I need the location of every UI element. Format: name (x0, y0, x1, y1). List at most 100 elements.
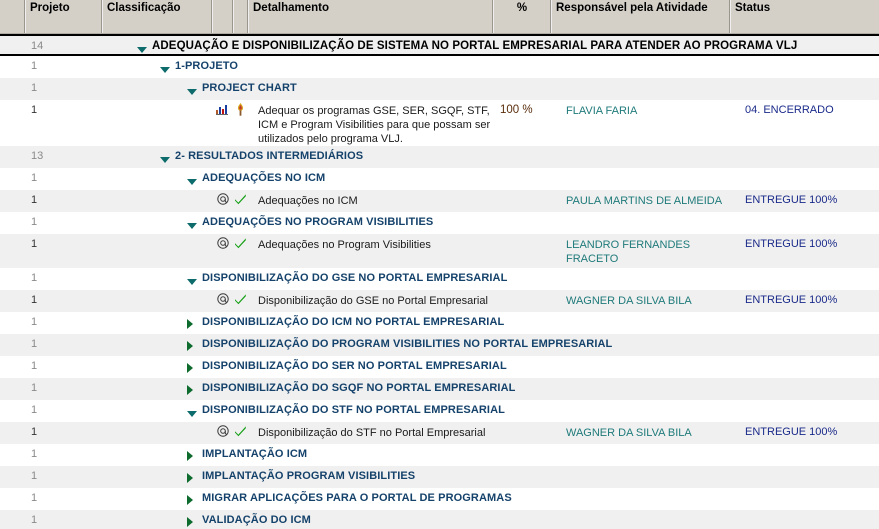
cell-status: ENTREGUE 100% (745, 194, 838, 206)
chevron-down-icon[interactable] (187, 212, 198, 229)
tree-group-row[interactable]: 1 VALIDAÇÃO DO ICM (0, 510, 879, 529)
chevron-down-icon[interactable] (187, 78, 198, 95)
tree-root-row[interactable]: 14 ADEQUAÇÃO E DISPONIBILIZAÇÃO DE SISTEM… (0, 34, 879, 56)
table-row[interactable]: 1 Disponibilização do GSE no Portal Empre… (0, 290, 879, 312)
cell-classificacao: DISPONIBILIZAÇÃO DO PROGRAM VISIBILITIES… (102, 334, 612, 351)
cell-percent (493, 466, 551, 470)
cell-responsavel (551, 146, 730, 150)
check-icon[interactable] (234, 425, 247, 440)
cell-responsavel (551, 378, 730, 382)
cell-projeto: 1 (31, 470, 38, 482)
tree-group-row[interactable]: 1 DISPONIBILIZAÇÃO DO GSE NO PORTAL EMPRE… (0, 268, 879, 290)
chevron-down-icon[interactable] (187, 400, 198, 417)
tree-group-row[interactable]: 1 ADEQUAÇÕES NO PROGRAM VISIBILITIES (0, 212, 879, 234)
cell-responsavel: WAGNER DA SILVA BILA (566, 427, 692, 439)
at-sign-icon[interactable] (216, 293, 229, 308)
tree-group-row[interactable]: 1 DISPONIBILIZAÇÃO DO SER NO PORTAL EMPRE… (0, 356, 879, 378)
cell-responsavel (551, 510, 730, 514)
chevron-down-icon[interactable] (187, 168, 198, 185)
cell-percent (493, 290, 551, 294)
chevron-right-icon[interactable] (187, 334, 198, 351)
tree-group-row[interactable]: 1 DISPONIBILIZAÇÃO DO PROGRAM VISIBILITIE… (0, 334, 879, 356)
cell-projeto: 1 (31, 404, 38, 416)
tree-group-row[interactable]: 1 PROJECT CHART (0, 78, 879, 100)
column-header-classificacao[interactable]: Classificação (102, 0, 212, 33)
column-header-icon2[interactable] (233, 0, 248, 33)
table-row[interactable]: 1 Disponibilização do STF no Portal Empre… (0, 422, 879, 444)
check-icon[interactable] (234, 293, 247, 308)
cell-detalhamento: Adequações no Program Visibilities (258, 239, 431, 251)
tree-group-row[interactable]: 1 IMPLANTAÇÃO PROGRAM VISIBILITIES (0, 466, 879, 488)
cell-icon-primary (212, 422, 233, 440)
chevron-right-icon[interactable] (187, 356, 198, 373)
at-sign-icon[interactable] (216, 193, 229, 208)
chevron-down-icon[interactable] (160, 56, 171, 73)
column-header-icon1[interactable] (212, 0, 233, 33)
tree-group-row[interactable]: 1 MIGRAR APLICAÇÕES PARA O PORTAL DE PROG… (0, 488, 879, 510)
column-header-responsavel[interactable]: Responsável pela Atividade (551, 0, 730, 33)
tree-group-row[interactable]: 1 DISPONIBILIZAÇÃO DO STF NO PORTAL EMPRE… (0, 400, 879, 422)
bar-chart-icon[interactable] (216, 103, 229, 118)
cell-percent: 100 % (500, 104, 533, 116)
classificacao-label: DISPONIBILIZAÇÃO DO SGQF NO PORTAL EMPRE… (202, 382, 516, 394)
chevron-down-icon[interactable] (160, 146, 171, 163)
chevron-right-icon[interactable] (187, 378, 198, 395)
cell-projeto: 1 (31, 514, 38, 526)
chevron-right-icon[interactable] (187, 312, 198, 329)
cell-status (730, 78, 879, 82)
cell-classificacao: PROJECT CHART (102, 78, 297, 95)
torch-icon[interactable] (235, 103, 246, 119)
classificacao-label: DISPONIBILIZAÇÃO DO STF NO PORTAL EMPRES… (202, 404, 505, 416)
cell-projeto: 1 (31, 492, 38, 504)
cell-projeto: 1 (31, 338, 38, 350)
cell-classificacao: IMPLANTAÇÃO ICM (102, 444, 307, 461)
cell-projeto: 1 (31, 294, 38, 306)
cell-percent (493, 78, 551, 82)
cell-detalhamento (248, 56, 493, 60)
cell-classificacao: ADEQUAÇÕES NO PROGRAM VISIBILITIES (102, 212, 433, 229)
classificacao-label: DISPONIBILIZAÇÃO DO GSE NO PORTAL EMPRES… (202, 272, 508, 284)
chevron-down-icon[interactable] (137, 36, 148, 53)
cell-projeto: 1 (31, 216, 38, 228)
cell-projeto: 1 (31, 238, 38, 250)
check-icon[interactable] (234, 237, 247, 252)
cell-icon-secondary (233, 100, 248, 119)
cell-responsavel (551, 168, 730, 172)
tree-group-row[interactable]: 1 DISPONIBILIZAÇÃO DO SGQF NO PORTAL EMPR… (0, 378, 879, 400)
cell-icon-secondary (233, 422, 248, 440)
cell-status (730, 168, 879, 172)
cell-projeto: 1 (31, 272, 38, 284)
tree-group-row[interactable]: 1 ADEQUAÇÕES NO ICM (0, 168, 879, 190)
chevron-right-icon[interactable] (187, 466, 198, 483)
table-row[interactable]: 1 Adequações no ICM PAULA MARTINS DE ALMEI… (0, 190, 879, 212)
tree-group-row[interactable]: 1 DISPONIBILIZAÇÃO DO ICM NO PORTAL EMPRE… (0, 312, 879, 334)
chevron-right-icon[interactable] (187, 444, 198, 461)
cell-percent (493, 56, 551, 60)
classificacao-label: IMPLANTAÇÃO ICM (202, 448, 308, 460)
column-header-status[interactable]: Status (730, 0, 879, 33)
table-row[interactable]: 1 Adequações no Program Visibilities LEAND… (0, 234, 879, 268)
at-sign-icon[interactable] (216, 425, 229, 440)
cell-percent (493, 168, 551, 172)
column-header-detalhamento[interactable]: Detalhamento (248, 0, 493, 33)
grid-body: 14 ADEQUAÇÃO E DISPONIBILIZAÇÃO DE SISTEM… (0, 34, 879, 529)
tree-group-row[interactable]: 1 IMPLANTAÇÃO ICM (0, 444, 879, 466)
column-header-percent[interactable]: % (493, 0, 551, 33)
chevron-down-icon[interactable] (187, 268, 198, 285)
check-icon[interactable] (234, 193, 247, 208)
tree-group-row[interactable]: 13 2- RESULTADOS INTERMEDIÁRIOS (0, 146, 879, 168)
cell-status (730, 334, 879, 338)
cell-projeto: 1 (31, 426, 38, 438)
tree-group-row[interactable]: 1 1-PROJETO (0, 56, 879, 78)
table-row[interactable]: 1 Adequar os programas GSE, SER, SGQF, ST… (0, 100, 879, 146)
column-header-gutter[interactable] (0, 0, 25, 33)
cell-responsavel (551, 56, 730, 60)
cell-percent (493, 422, 551, 426)
cell-classificacao: 2- RESULTADOS INTERMEDIÁRIOS (102, 146, 363, 163)
at-sign-icon[interactable] (216, 237, 229, 252)
chevron-right-icon[interactable] (187, 488, 198, 505)
cell-status: 04. ENCERRADO (745, 104, 834, 116)
chevron-right-icon[interactable] (187, 510, 198, 527)
column-header-projeto[interactable]: Projeto (25, 0, 102, 33)
cell-projeto: 1 (31, 194, 38, 206)
